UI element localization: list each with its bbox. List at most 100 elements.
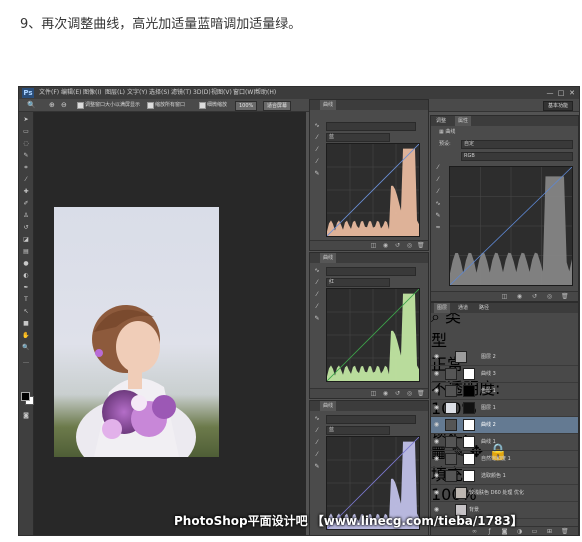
healing-brush-icon[interactable]: ✚ [22, 188, 30, 196]
curves-1-edit-points-icon[interactable]: ∿ [313, 122, 321, 130]
curves-2-graph[interactable] [326, 288, 420, 382]
zoom-tool-icon[interactable]: 🔍 [27, 99, 36, 111]
props-pencil-icon[interactable]: ✎ [434, 212, 442, 220]
fit-screen-button[interactable]: 适合屏幕 [263, 101, 292, 111]
curves-3-sample-black-icon[interactable]: ⁄ [313, 427, 321, 435]
curves-2-pencil-icon[interactable]: ✎ [313, 315, 321, 323]
curves-2-visibility-icon[interactable]: ◉ [382, 390, 389, 397]
shape-tool-icon[interactable]: ■ [22, 320, 30, 328]
tab-channels[interactable]: 通道 [455, 303, 471, 313]
curves-1-sample-black-icon[interactable]: ⁄ [313, 134, 321, 142]
curves-1-preset-select[interactable] [326, 122, 416, 131]
layer-row[interactable]: ◉ 色阶 1 [431, 383, 578, 400]
curves-1-trash-icon[interactable]: 🗑 [417, 242, 425, 249]
zoom-out-icon[interactable]: ⊖ [61, 99, 67, 111]
workspace-select[interactable]: 基本功能 [542, 101, 573, 111]
props-smooth-icon[interactable]: ≈ [434, 224, 442, 232]
visibility-eye-icon[interactable]: ◉ [433, 370, 440, 377]
foreground-color-swatch[interactable] [21, 392, 30, 401]
menu-filter[interactable]: 滤镜(T) [171, 87, 191, 99]
props-clip-icon[interactable]: ◫ [501, 293, 508, 300]
curves-2-reset-icon[interactable]: ↺ [394, 390, 401, 397]
visibility-eye-icon[interactable]: ◉ [433, 472, 440, 479]
brush-tool-icon[interactable]: ✐ [22, 200, 30, 208]
menu-type[interactable]: 文字(Y) [127, 87, 147, 99]
eyedropper-tool-icon[interactable]: ⁄ [22, 176, 30, 184]
quick-mask-icon[interactable]: ◙ [22, 412, 30, 420]
tab-adjustments[interactable]: 调整 [433, 116, 450, 126]
visibility-eye-icon[interactable]: ◉ [433, 421, 440, 428]
zoom-in-icon[interactable]: ⊕ [49, 99, 55, 111]
layer-style-icon[interactable]: ƒ [486, 528, 493, 535]
crop-tool-icon[interactable]: ⌗ [22, 164, 30, 172]
curves-1-reset-icon[interactable]: ↺ [394, 242, 401, 249]
curves-2-sample-white-icon[interactable]: ⁄ [313, 303, 321, 311]
curves-2-edit-points-icon[interactable]: ∿ [313, 267, 321, 275]
curves-2-preset-select[interactable] [326, 267, 416, 276]
visibility-eye-icon[interactable]: ◉ [433, 353, 440, 360]
menu-3d[interactable]: 3D(D) [193, 87, 211, 99]
visibility-eye-icon[interactable]: ◉ [433, 387, 440, 394]
blur-tool-icon[interactable]: ● [22, 260, 30, 268]
minimize-icon[interactable]: — [546, 89, 554, 97]
curves-2-clip-icon[interactable]: ◫ [370, 390, 377, 397]
move-tool-icon[interactable]: ➤ [22, 116, 30, 124]
props-visibility-icon[interactable]: ◉ [516, 293, 523, 300]
curves-2-sample-gray-icon[interactable]: ⁄ [313, 291, 321, 299]
quick-select-tool-icon[interactable]: ✎ [22, 152, 30, 160]
tab-properties[interactable]: 属性 [455, 116, 472, 126]
curves-2-sample-black-icon[interactable]: ⁄ [313, 279, 321, 287]
props-eye-icon[interactable]: ◎ [546, 293, 553, 300]
path-select-icon[interactable]: ↖ [22, 308, 30, 316]
curves-1-pencil-icon[interactable]: ✎ [313, 170, 321, 178]
props-trash-icon[interactable]: 🗑 [561, 293, 569, 300]
more-tools-icon[interactable]: … [22, 358, 30, 366]
props-edit-points-icon[interactable]: ∿ [434, 200, 442, 208]
curves-2-trash-icon[interactable]: 🗑 [417, 390, 425, 397]
gradient-tool-icon[interactable]: ▤ [22, 248, 30, 256]
curves-panel-2-title[interactable]: 曲线 [320, 253, 337, 263]
lasso-tool-icon[interactable]: ◌ [22, 140, 30, 148]
menu-help[interactable]: 帮助(H) [255, 87, 276, 99]
new-group-icon[interactable]: ▭ [531, 528, 538, 535]
color-swatches[interactable] [21, 392, 34, 405]
visibility-eye-icon[interactable]: ◉ [433, 404, 440, 411]
layer-row[interactable]: ◉ 曲线 2 [431, 417, 578, 434]
rgb-curves-graph[interactable] [449, 166, 573, 286]
props-sample-black-icon[interactable]: ⁄ [434, 164, 442, 172]
zoom-tool-icon[interactable]: 🔍 [22, 344, 30, 352]
curves-3-pencil-icon[interactable]: ✎ [313, 463, 321, 471]
curves-1-eye-icon[interactable]: ◎ [406, 242, 413, 249]
menu-select[interactable]: 选择(S) [149, 87, 170, 99]
pen-tool-icon[interactable]: ✒ [22, 284, 30, 292]
props-sample-white-icon[interactable]: ⁄ [434, 188, 442, 196]
delete-layer-icon[interactable]: 🗑 [561, 528, 569, 535]
curves-3-edit-points-icon[interactable]: ∿ [313, 415, 321, 423]
zoom-100-button[interactable]: 100% [235, 101, 258, 111]
layer-row[interactable]: ◉ 较浅肤色 D60 处理 优化 [431, 485, 578, 502]
document-photo[interactable] [54, 207, 219, 457]
curves-1-sample-gray-icon[interactable]: ⁄ [313, 146, 321, 154]
props-sample-gray-icon[interactable]: ⁄ [434, 176, 442, 184]
curves-1-sample-white-icon[interactable]: ⁄ [313, 158, 321, 166]
zoom-all-checkbox[interactable] [147, 102, 154, 109]
hand-tool-icon[interactable]: ✋ [22, 332, 30, 340]
layer-row[interactable]: ◉ 图层 1 [431, 400, 578, 417]
maximize-icon[interactable]: □ [557, 89, 565, 97]
menu-image[interactable]: 图像(I) [83, 87, 101, 99]
history-brush-icon[interactable]: ↺ [22, 224, 30, 232]
curves-3-sample-white-icon[interactable]: ⁄ [313, 451, 321, 459]
curves-3-sample-gray-icon[interactable]: ⁄ [313, 439, 321, 447]
type-tool-icon[interactable]: T [22, 296, 30, 304]
marquee-tool-icon[interactable]: ▭ [22, 128, 30, 136]
layer-row[interactable]: ◉ 曲线 3 [431, 366, 578, 383]
eraser-tool-icon[interactable]: ◪ [22, 236, 30, 244]
curves-3-channel-select[interactable]: 蓝 [326, 426, 390, 435]
menu-layer[interactable]: 图层(L) [105, 87, 125, 99]
layer-row[interactable]: ◉ 曲线 1 [431, 434, 578, 451]
menu-window[interactable]: 窗口(W) [233, 87, 256, 99]
visibility-eye-icon[interactable]: ◉ [433, 455, 440, 462]
scrubby-zoom-checkbox[interactable] [199, 102, 206, 109]
preset-select[interactable]: 自定 [461, 140, 573, 149]
clone-stamp-icon[interactable]: ♙ [22, 212, 30, 220]
